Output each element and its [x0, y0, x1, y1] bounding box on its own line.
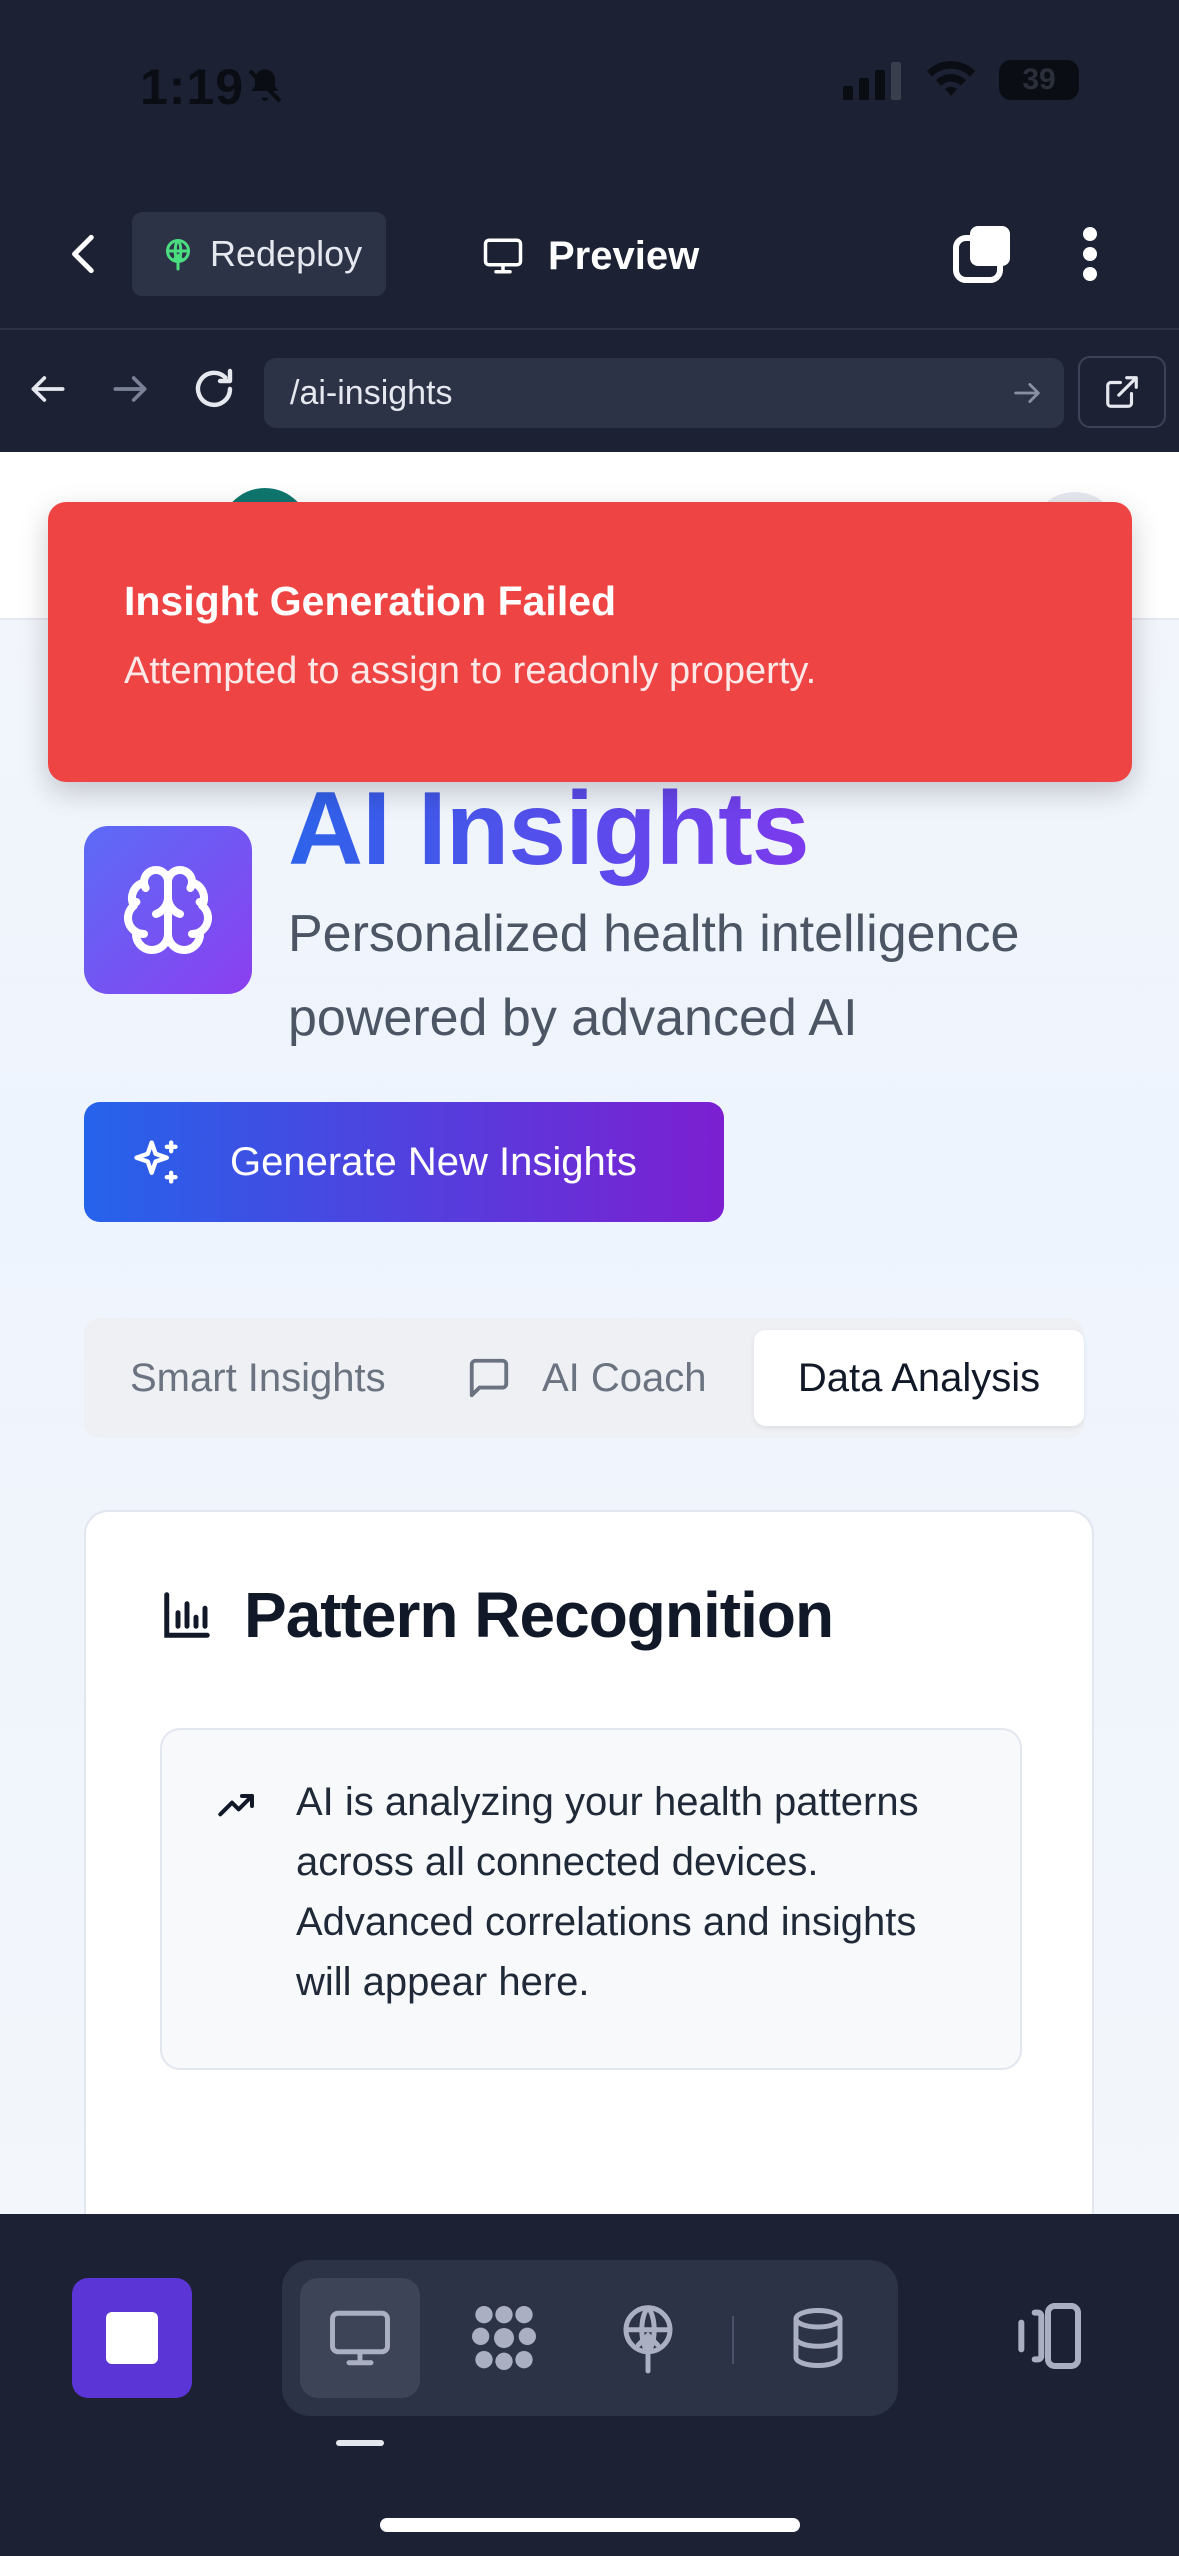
- bar-chart-icon: [164, 1592, 210, 1638]
- preview-label: Preview: [548, 233, 700, 278]
- external-link-icon: [1106, 376, 1138, 408]
- active-view-indicator: [336, 2440, 384, 2446]
- url-input[interactable]: /ai-insights: [264, 358, 1064, 428]
- toast-message: Attempted to assign to readonly property…: [124, 650, 817, 692]
- browser-bar: /ai-insights: [0, 330, 1179, 452]
- signal-icon: [843, 62, 901, 100]
- monitor-icon: [330, 2310, 390, 2366]
- message-square-icon: [469, 1358, 509, 1398]
- error-toast[interactable]: Insight Generation Failed Attempted to a…: [48, 502, 1132, 782]
- globe-upload-icon: [166, 239, 190, 271]
- bell-muted-icon: [245, 66, 285, 111]
- toast-title: Insight Generation Failed: [124, 578, 617, 624]
- database-icon: [793, 2308, 843, 2368]
- generate-insights-button[interactable]: Generate New Insights: [84, 1102, 724, 1222]
- preview-button[interactable]: Preview: [480, 216, 699, 296]
- tab-data-analysis[interactable]: Data Analysis: [754, 1330, 1084, 1426]
- refresh-icon: [195, 368, 233, 407]
- layout-toggle-button[interactable]: [1008, 2296, 1088, 2376]
- cluster-icon: [472, 2306, 536, 2370]
- pattern-recognition-card: Pattern Recognition AI is analyzing your…: [84, 1510, 1094, 2214]
- preview-view-button[interactable]: [300, 2278, 420, 2398]
- tab-ai-coach[interactable]: AI Coach: [466, 1318, 707, 1438]
- view-switcher: [282, 2260, 898, 2416]
- kebab-icon: [1083, 227, 1097, 281]
- more-menu-button[interactable]: [1070, 222, 1110, 286]
- arrow-right-icon: [113, 376, 147, 402]
- panels-icon: [1018, 2303, 1081, 2369]
- apps-view-button[interactable]: [444, 2278, 564, 2398]
- app-header: Redeploy Preview: [0, 180, 1179, 330]
- globe-upload-icon: [623, 2305, 673, 2374]
- browser-forward-button[interactable]: [108, 364, 158, 414]
- monitor-icon: [483, 238, 523, 274]
- insights-tabs: Smart Insights AI Coach Data Analysis: [84, 1318, 1084, 1438]
- stop-button[interactable]: [72, 2278, 192, 2398]
- status-bar: 1:19 39: [0, 0, 1179, 180]
- battery-indicator: 39: [999, 60, 1079, 100]
- back-button[interactable]: [60, 226, 110, 282]
- tab-label: AI Coach: [542, 1355, 707, 1400]
- status-time: 1:19: [140, 59, 245, 115]
- tabs-icon: [953, 226, 1010, 283]
- trending-up-icon: [218, 1794, 254, 1817]
- card-title: Pattern Recognition: [244, 1579, 834, 1651]
- tabs-button[interactable]: [950, 222, 1014, 286]
- wifi-icon: [927, 61, 975, 96]
- hero-icon-tile: [84, 826, 252, 994]
- sparkles-icon: [134, 1140, 178, 1184]
- home-indicator[interactable]: [380, 2518, 800, 2532]
- deploy-view-button[interactable]: [588, 2278, 708, 2398]
- reload-button[interactable]: [190, 364, 240, 414]
- status-indicators: 39: [843, 60, 1079, 100]
- open-external-button[interactable]: [1078, 356, 1166, 428]
- arrow-right-icon[interactable]: [1010, 376, 1044, 410]
- stop-icon: [106, 2312, 158, 2364]
- chevron-left-icon: [72, 234, 94, 274]
- analysis-info-text: AI is analyzing your health patterns acr…: [296, 1780, 919, 2004]
- tab-label: Data Analysis: [797, 1355, 1041, 1400]
- brain-icon: [124, 865, 212, 954]
- tab-label: Smart Insights: [130, 1355, 386, 1400]
- generate-insights-label: Generate New Insights: [230, 1139, 637, 1184]
- page-subtitle: Personalized health intelligence powered…: [288, 905, 1020, 1047]
- browser-back-button[interactable]: [26, 364, 76, 414]
- redeploy-label: Redeploy: [210, 233, 363, 274]
- arrow-left-icon: [31, 376, 65, 402]
- redeploy-button[interactable]: Redeploy: [132, 212, 386, 296]
- card-header: Pattern Recognition: [160, 1578, 834, 1652]
- toolbar-divider: [732, 2316, 734, 2364]
- bottom-toolbar: [0, 2214, 1179, 2556]
- url-text: /ai-insights: [290, 373, 453, 412]
- page-title: AI Insights: [288, 771, 810, 887]
- tab-smart-insights[interactable]: Smart Insights: [130, 1318, 386, 1438]
- analysis-info-box: AI is analyzing your health patterns acr…: [160, 1728, 1022, 2070]
- database-view-button[interactable]: [758, 2278, 878, 2398]
